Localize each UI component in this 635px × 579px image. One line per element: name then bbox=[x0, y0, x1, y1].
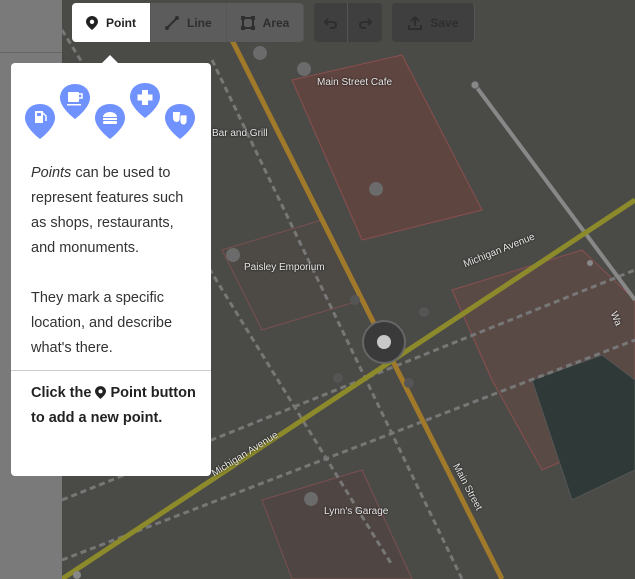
redo-icon bbox=[359, 17, 373, 29]
building-footprint bbox=[221, 219, 363, 331]
fast-food-icon bbox=[95, 104, 125, 139]
crossing-marker bbox=[333, 373, 343, 383]
crossing-marker bbox=[404, 378, 414, 388]
point-help-tooltip: Points can be used to represent features… bbox=[11, 63, 211, 476]
crossing-marker bbox=[350, 295, 360, 305]
fuel-icon bbox=[25, 104, 55, 139]
add-area-label: Area bbox=[262, 15, 290, 30]
sidebar-divider bbox=[0, 52, 62, 53]
upload-icon bbox=[408, 15, 423, 30]
save-label: Save bbox=[430, 15, 459, 30]
point-pin-icon bbox=[86, 15, 98, 30]
map-label-lynns-garage[interactable]: Lynn's Garage bbox=[324, 506, 388, 517]
add-line-button[interactable]: Line bbox=[151, 3, 227, 42]
map-pin bbox=[253, 46, 268, 74]
save-button[interactable]: Save bbox=[392, 3, 476, 42]
tooltip-body: Points can be used to represent features… bbox=[31, 161, 201, 361]
tooltip-instruction: Click the Point button to add a new point… bbox=[31, 381, 201, 431]
tooltip-emphasis: Points bbox=[31, 165, 72, 181]
map-label-paisley-emporium[interactable]: Paisley Emporium bbox=[244, 262, 325, 273]
add-point-label: Point bbox=[106, 15, 136, 30]
tooltip-paragraph-2: They mark a specific location, and descr… bbox=[31, 290, 173, 356]
add-point-button[interactable]: Point bbox=[72, 3, 151, 42]
vertex bbox=[587, 260, 593, 266]
add-line-label: Line bbox=[187, 15, 212, 30]
add-area-button[interactable]: Area bbox=[226, 3, 305, 42]
preset-icons-group bbox=[25, 83, 195, 139]
tooltip-divider bbox=[11, 370, 211, 371]
undo-icon bbox=[323, 17, 337, 29]
map-label-bar-and-grill[interactable]: Bar and Grill bbox=[212, 128, 268, 139]
roundabout-center bbox=[377, 335, 391, 349]
map-label-main-street-cafe[interactable]: Main Street Cafe bbox=[317, 77, 392, 88]
vertex bbox=[73, 571, 81, 579]
point-pin-icon bbox=[95, 386, 107, 399]
crossing-marker bbox=[419, 307, 429, 317]
vertex bbox=[470, 80, 480, 90]
theater-icon bbox=[165, 104, 195, 139]
tooltip-paragraph-1: Points can be used to represent features… bbox=[31, 161, 201, 261]
redo-button[interactable] bbox=[348, 3, 383, 42]
hospital-icon bbox=[130, 83, 160, 118]
building-footprint bbox=[531, 354, 635, 501]
instruction-pre: Click the bbox=[31, 385, 92, 401]
line-icon bbox=[165, 15, 179, 30]
undo-button[interactable] bbox=[314, 3, 349, 42]
area-icon bbox=[240, 15, 255, 30]
instruction-button-name: Point bbox=[110, 385, 147, 401]
cafe-icon bbox=[60, 84, 90, 119]
top-toolbar: Point Line Area Save bbox=[72, 3, 476, 43]
